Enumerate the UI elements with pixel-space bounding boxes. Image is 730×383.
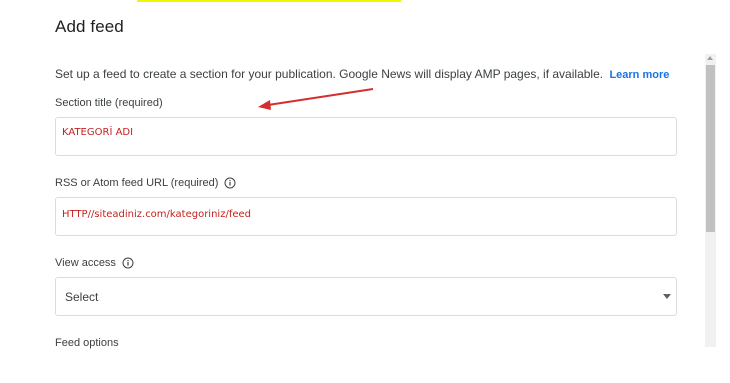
view-access-label-text: View access [55,257,116,269]
intro-text: Set up a feed to create a section for yo… [55,67,695,81]
section-title-value: KATEGORİ ADI [62,127,134,138]
chevron-down-icon [663,294,671,299]
view-access-selected: Select [65,290,99,304]
view-access-label: View access [55,257,134,269]
top-highlight [137,0,401,2]
section-title-label: Section title (required) [55,97,163,109]
dialog-title: Add feed [55,17,124,36]
intro-description: Set up a feed to create a section for yo… [55,67,604,81]
learn-more-link[interactable]: Learn more [609,69,669,81]
scrollbar-thumb[interactable] [706,65,715,232]
feed-url-input[interactable]: HTTP//siteadiniz.com/kategoriniz/feed [55,197,677,236]
info-icon[interactable] [122,257,134,269]
feed-url-label: RSS or Atom feed URL (required) [55,177,236,189]
view-access-select[interactable]: Select [55,277,677,316]
feed-options-label-text: Feed options [55,337,119,349]
section-title-input[interactable]: KATEGORİ ADI [55,117,677,156]
feed-options-label: Feed options [55,337,119,349]
annotation-arrow [258,88,374,110]
section-title-label-text: Section title (required) [55,97,163,109]
scroll-up-icon[interactable] [707,56,713,60]
feed-url-value: HTTP//siteadiniz.com/kategoriniz/feed [62,209,251,220]
feed-url-label-text: RSS or Atom feed URL (required) [55,177,219,189]
info-icon[interactable] [224,177,236,189]
